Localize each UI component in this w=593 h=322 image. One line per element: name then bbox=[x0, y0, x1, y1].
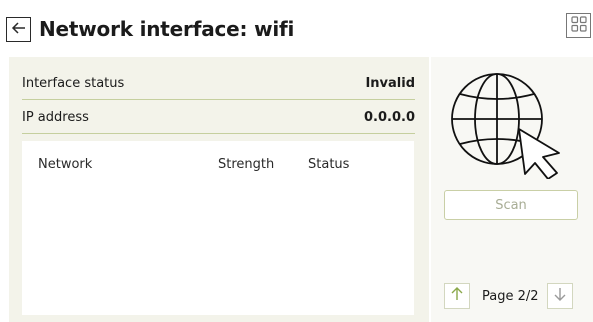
ip-address-value: 0.0.0.0 bbox=[364, 110, 415, 125]
interface-status-value: Invalid bbox=[365, 76, 415, 91]
column-header-strength: Strength bbox=[218, 157, 275, 172]
grid-menu-button[interactable] bbox=[566, 13, 591, 38]
ip-address-label: IP address bbox=[22, 110, 89, 125]
arrow-left-icon bbox=[11, 20, 27, 39]
globe-cursor-icon bbox=[445, 67, 575, 183]
interface-status-row: Interface status Invalid bbox=[22, 68, 415, 100]
network-table: Network Strength Status bbox=[22, 141, 414, 315]
page-up-button[interactable] bbox=[444, 283, 470, 309]
page-indicator: Page 2/2 bbox=[482, 288, 539, 304]
scan-panel: Scan Page 2/2 bbox=[431, 57, 593, 322]
ip-address-row: IP address 0.0.0.0 bbox=[22, 102, 415, 134]
arrow-down-icon bbox=[553, 286, 567, 306]
pagination: Page 2/2 bbox=[444, 283, 581, 309]
interface-info-panel: Interface status Invalid IP address 0.0.… bbox=[9, 57, 429, 322]
page-title: Network interface: wifi bbox=[39, 17, 295, 41]
header-bar: Network interface: wifi bbox=[6, 13, 294, 45]
back-button[interactable] bbox=[6, 16, 31, 42]
arrow-up-icon bbox=[450, 286, 464, 306]
grid-icon bbox=[570, 15, 587, 36]
page-down-button[interactable] bbox=[546, 283, 573, 309]
interface-status-label: Interface status bbox=[22, 76, 125, 91]
column-header-status: Status bbox=[308, 157, 350, 172]
column-header-network: Network bbox=[38, 157, 93, 172]
scan-button[interactable]: Scan bbox=[444, 190, 578, 220]
